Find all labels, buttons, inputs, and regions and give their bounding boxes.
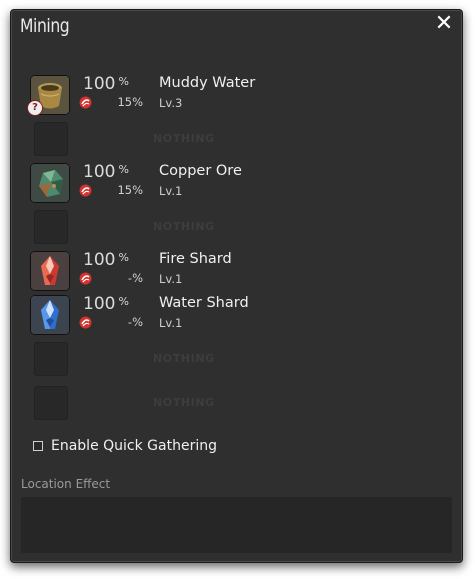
hq-chance-icon xyxy=(79,272,92,285)
window-title: Mining xyxy=(20,15,70,37)
gather-row-water-shard[interactable]: 100% -% Water Shard Lv.1 xyxy=(31,294,441,336)
item-name: Muddy Water xyxy=(159,75,256,91)
gather-chance-unit: % xyxy=(118,75,129,88)
gather-chance: 100 xyxy=(83,294,116,314)
quick-gathering-label: Enable Quick Gathering xyxy=(51,438,217,454)
item-name: Fire Shard xyxy=(159,251,232,267)
nothing-label: NOTHING xyxy=(153,352,215,365)
item-level: Lv.1 xyxy=(159,316,183,330)
gather-row-empty: NOTHING xyxy=(31,206,441,248)
item-level: Lv.1 xyxy=(159,272,183,286)
gathering-window: Mining ✕ ? 100% 15% Muddy Water Lv.3 NOT xyxy=(10,9,463,563)
item-level: Lv.3 xyxy=(159,96,183,110)
gather-row-empty: NOTHING xyxy=(31,382,441,424)
hq-chance: 15% xyxy=(117,95,143,109)
item-level: Lv.1 xyxy=(159,184,183,198)
hq-chance-icon xyxy=(79,96,92,109)
nothing-label: NOTHING xyxy=(153,396,215,409)
location-effect-box xyxy=(21,497,452,553)
unknown-badge-icon: ? xyxy=(27,100,43,116)
nothing-label: NOTHING xyxy=(153,220,215,233)
gather-row-fire-shard[interactable]: 100% -% Fire Shard Lv.1 xyxy=(31,250,441,292)
empty-slot xyxy=(34,342,68,376)
close-icon[interactable]: ✕ xyxy=(433,13,455,35)
gather-chance-unit: % xyxy=(118,251,129,264)
water-shard-icon xyxy=(31,296,69,334)
gather-row-empty: NOTHING xyxy=(31,338,441,380)
location-effect-title: Location Effect xyxy=(21,477,111,491)
gather-row-empty: NOTHING xyxy=(31,118,441,160)
empty-slot xyxy=(34,386,68,420)
gather-row-copper-ore[interactable]: 100% 15% Copper Ore Lv.1 xyxy=(31,162,441,204)
hq-chance-icon xyxy=(79,316,92,329)
empty-slot xyxy=(34,210,68,244)
gather-chance: 100 xyxy=(83,250,116,270)
item-name: Copper Ore xyxy=(159,163,242,179)
gather-row-muddy-water[interactable]: ? 100% 15% Muddy Water Lv.3 xyxy=(27,74,441,116)
item-name: Water Shard xyxy=(159,295,249,311)
fire-shard-icon xyxy=(31,252,69,290)
hq-chance: 15% xyxy=(117,183,143,197)
hq-chance-icon xyxy=(79,184,92,197)
nothing-label: NOTHING xyxy=(153,132,215,145)
quick-gathering-checkbox[interactable] xyxy=(33,441,43,451)
gather-chance: 100 xyxy=(83,74,116,94)
gather-chance-unit: % xyxy=(118,163,129,176)
hq-chance: -% xyxy=(127,271,143,285)
empty-slot xyxy=(34,122,68,156)
gather-chance-unit: % xyxy=(118,295,129,308)
hq-chance: -% xyxy=(127,315,143,329)
quick-gathering-toggle[interactable]: Enable Quick Gathering xyxy=(33,436,217,456)
copper-ore-icon xyxy=(31,164,69,202)
gather-chance: 100 xyxy=(83,162,116,182)
